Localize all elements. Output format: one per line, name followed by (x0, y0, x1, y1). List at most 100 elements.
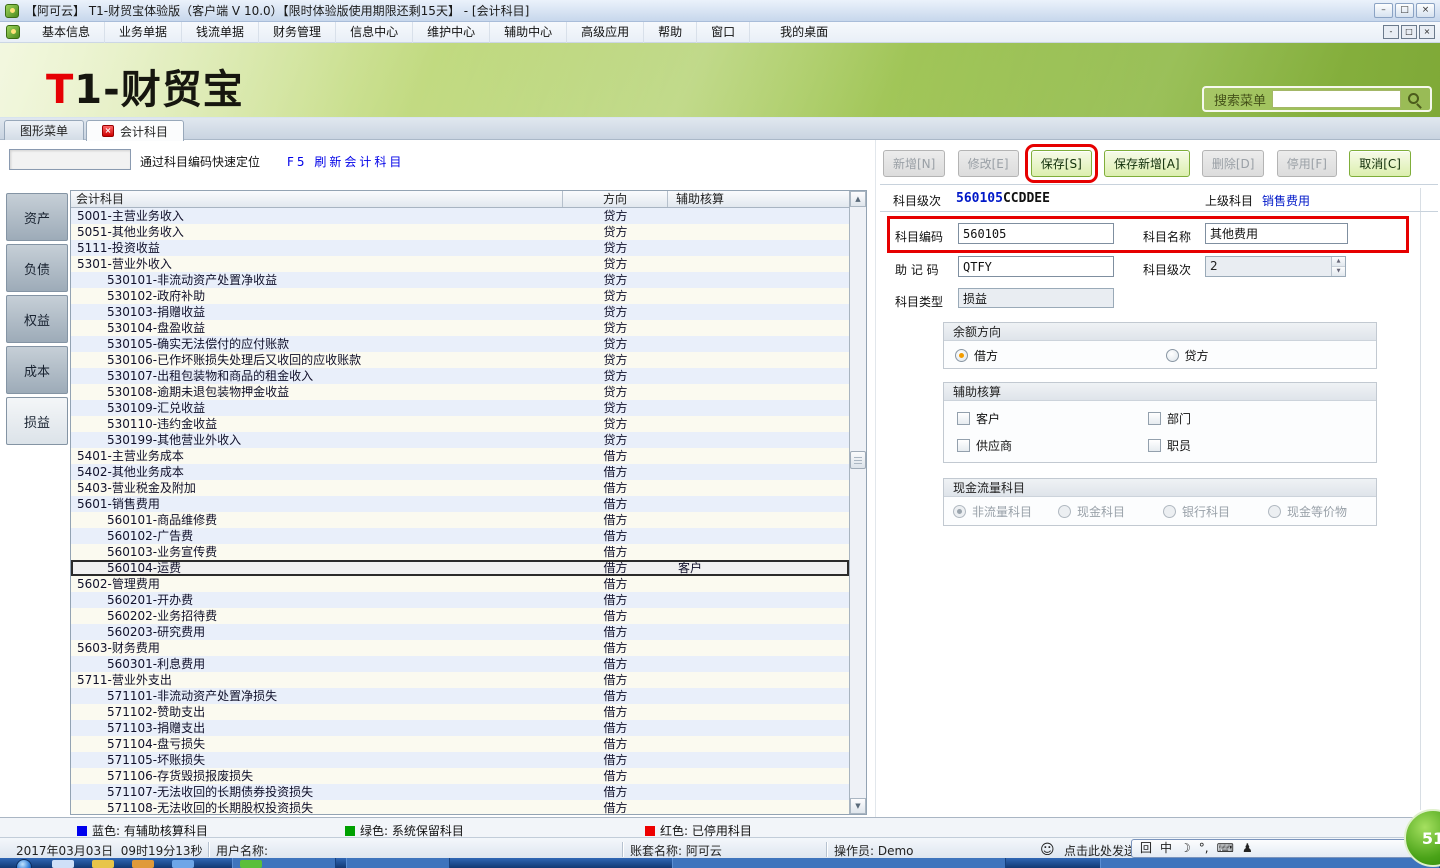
table-row[interactable]: 530110-违约金收益贷方 (71, 416, 849, 432)
table-row[interactable]: 530102-政府补助贷方 (71, 288, 849, 304)
option-客户[interactable]: 客户 (957, 410, 1148, 427)
menu-item-7[interactable]: 辅助中心 (490, 22, 567, 43)
quick-locate-input[interactable] (9, 149, 131, 170)
tab-1[interactable]: 图形菜单 (4, 120, 84, 140)
menu-item-4[interactable]: 财务管理 (259, 22, 336, 43)
menu-item-10[interactable]: 窗口 (697, 22, 750, 43)
mdi-minimize-icon[interactable]: - (1383, 25, 1399, 39)
table-row[interactable]: 560103-业务宣传费借方 (71, 544, 849, 560)
radio-icon[interactable] (1058, 505, 1071, 518)
tab-close-icon[interactable]: × (102, 125, 114, 137)
checkbox-icon[interactable] (1148, 412, 1161, 425)
spin-up-icon[interactable]: ▲ (1332, 257, 1345, 267)
table-row[interactable]: 571105-坏账损失借方 (71, 752, 849, 768)
table-row[interactable]: 530108-逾期未退包装物押金收益贷方 (71, 384, 849, 400)
table-row[interactable]: 5401-主营业务成本借方 (71, 448, 849, 464)
table-row[interactable]: 571107-无法收回的长期债券投资损失借方 (71, 784, 849, 800)
close-icon[interactable]: × (1416, 3, 1435, 18)
sidebar-item-成本[interactable]: 成本 (6, 346, 68, 394)
ime-keyboard-icon[interactable]: ⌨ (1217, 840, 1234, 857)
option-部门[interactable]: 部门 (1148, 410, 1339, 427)
taskbar-icon[interactable] (52, 860, 74, 868)
ime-indicator-icon[interactable]: 回 (1140, 840, 1152, 857)
table-row[interactable]: 571102-赞助支出借方 (71, 704, 849, 720)
radio-icon[interactable] (1163, 505, 1176, 518)
table-row[interactable]: 5111-投资收益贷方 (71, 240, 849, 256)
radio-icon[interactable] (1166, 349, 1179, 362)
table-row[interactable]: 571104-盘亏损失借方 (71, 736, 849, 752)
vertical-scrollbar[interactable]: ▲ ▼ (849, 191, 866, 814)
restore-icon[interactable]: □ (1395, 3, 1414, 18)
menu-item-2[interactable]: 业务单据 (105, 22, 182, 43)
table-row[interactable]: 571101-非流动资产处置净损失借方 (71, 688, 849, 704)
send-message-link[interactable]: 点击此处发送 (1064, 842, 1136, 859)
menu-item-6[interactable]: 维护中心 (413, 22, 490, 43)
option-银行科目[interactable]: 银行科目 (1163, 503, 1268, 520)
table-row[interactable]: 5603-财务费用借方 (71, 640, 849, 656)
taskbar-icon[interactable] (172, 860, 194, 868)
toolbar-button-4[interactable]: 保存新增[A] (1104, 150, 1190, 177)
table-row[interactable]: 5001-主营业务收入贷方 (71, 208, 849, 224)
checkbox-icon[interactable] (957, 439, 970, 452)
option-供应商[interactable]: 供应商 (957, 437, 1148, 454)
sidebar-item-资产[interactable]: 资产 (6, 193, 68, 241)
menu-item-9[interactable]: 帮助 (644, 22, 697, 43)
account-name-input[interactable] (1205, 223, 1348, 244)
table-row[interactable]: 530107-出租包装物和商品的租金收入贷方 (71, 368, 849, 384)
scroll-down-icon[interactable]: ▼ (850, 798, 866, 814)
option-贷方[interactable]: 贷方 (1166, 347, 1377, 364)
checkbox-icon[interactable] (957, 412, 970, 425)
account-code-input[interactable] (958, 223, 1114, 244)
table-row[interactable]: 5602-管理费用借方 (71, 576, 849, 592)
minimize-icon[interactable]: – (1374, 3, 1393, 18)
table-row[interactable]: 5403-营业税金及附加借方 (71, 480, 849, 496)
menu-item-3[interactable]: 钱流单据 (182, 22, 259, 43)
table-row[interactable]: 560203-研究费用借方 (71, 624, 849, 640)
option-职员[interactable]: 职员 (1148, 437, 1339, 454)
table-row[interactable]: 560104-运费借方客户 (71, 560, 849, 576)
spin-down-icon[interactable]: ▼ (1332, 267, 1345, 276)
table-row[interactable]: 5051-其他业务收入贷方 (71, 224, 849, 240)
menu-item-8[interactable]: 高级应用 (567, 22, 644, 43)
search-icon[interactable] (1408, 93, 1419, 104)
table-row[interactable]: 530101-非流动资产处置净收益贷方 (71, 272, 849, 288)
table-row[interactable]: 530104-盘盈收益贷方 (71, 320, 849, 336)
table-row[interactable]: 560102-广告费借方 (71, 528, 849, 544)
ime-toolbar[interactable]: 回中☽°,⌨♟ (1131, 839, 1440, 858)
ime-punct-icon[interactable]: °, (1199, 840, 1209, 857)
parent-account-value[interactable]: 销售费用 (1262, 192, 1310, 209)
table-row[interactable]: 560201-开办费借方 (71, 592, 849, 608)
scroll-up-icon[interactable]: ▲ (850, 191, 866, 207)
taskbar-icon[interactable] (132, 860, 154, 868)
menu-item-5[interactable]: 信息中心 (336, 22, 413, 43)
smiley-icon[interactable]: ☺ (1040, 842, 1055, 858)
checkbox-icon[interactable] (1148, 439, 1161, 452)
taskbar-section[interactable] (1100, 858, 1440, 868)
table-row[interactable]: 560301-利息费用借方 (71, 656, 849, 672)
ime-user-icon[interactable]: ♟ (1242, 840, 1253, 857)
table-row[interactable]: 571106-存货毁损报废损失借方 (71, 768, 849, 784)
radio-icon[interactable] (955, 349, 968, 362)
table-row[interactable]: 530106-已作坏账损失处理后又收回的应收账款贷方 (71, 352, 849, 368)
option-借方[interactable]: 借方 (955, 347, 1166, 364)
ime-language-icon[interactable]: 中 (1160, 840, 1172, 857)
search-input[interactable] (1272, 90, 1401, 108)
sidebar-item-权益[interactable]: 权益 (6, 295, 68, 343)
table-row[interactable]: 530109-汇兑收益贷方 (71, 400, 849, 416)
mdi-restore-icon[interactable]: □ (1401, 25, 1417, 39)
mnemonic-input[interactable] (958, 256, 1114, 277)
taskbar-icon[interactable] (240, 860, 262, 868)
table-row[interactable]: 560101-商品维修费借方 (71, 512, 849, 528)
menu-item-11[interactable]: 我的桌面 (766, 22, 842, 43)
taskbar-section[interactable] (672, 858, 1006, 868)
table-row[interactable]: 530103-捐赠收益贷方 (71, 304, 849, 320)
mdi-close-icon[interactable]: × (1419, 25, 1435, 39)
toolbar-button-3[interactable]: 保存[S] (1031, 150, 1092, 177)
table-row[interactable]: 560202-业务招待费借方 (71, 608, 849, 624)
option-现金科目[interactable]: 现金科目 (1058, 503, 1163, 520)
sidebar-item-负债[interactable]: 负债 (6, 244, 68, 292)
table-row[interactable]: 571108-无法收回的长期股权投资损失借方 (71, 800, 849, 814)
refresh-accounts-link[interactable]: F5 刷新会计科目 (287, 153, 404, 170)
option-现金等价物[interactable]: 现金等价物 (1268, 503, 1373, 520)
option-非流量科目[interactable]: 非流量科目 (953, 503, 1058, 520)
